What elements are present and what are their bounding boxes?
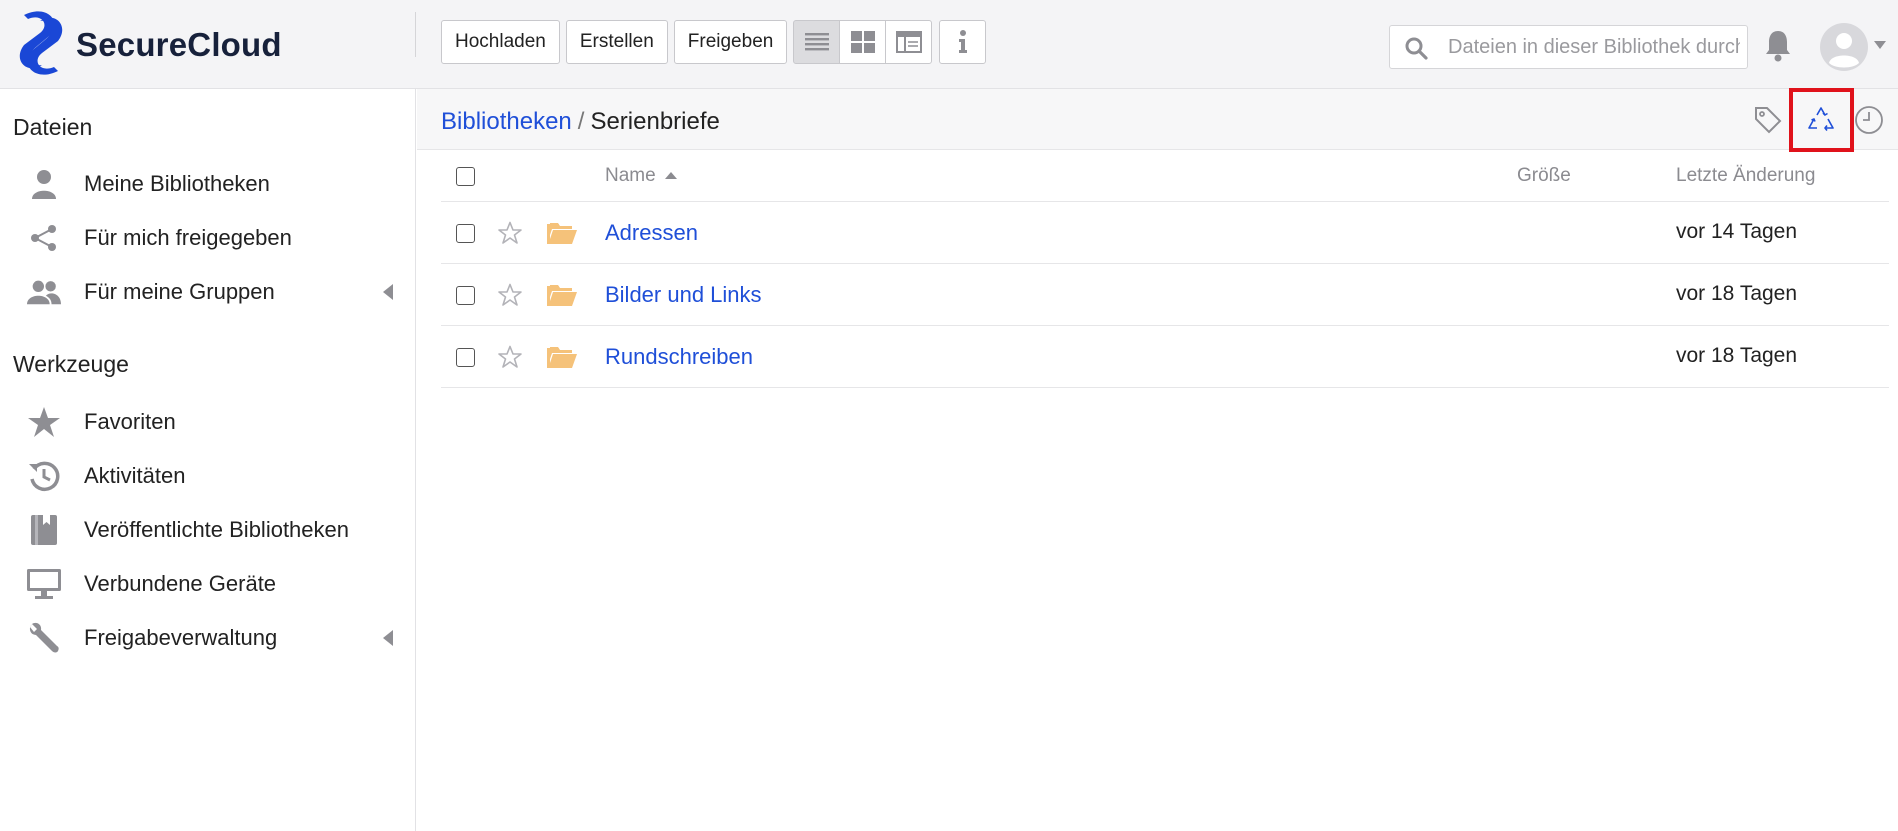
header-divider bbox=[415, 12, 416, 57]
file-name-link[interactable]: Bilder und Links bbox=[605, 282, 762, 308]
breadcrumb-root-link[interactable]: Bibliotheken bbox=[441, 108, 572, 135]
table-row[interactable]: Adressen vor 14 Tagen bbox=[441, 202, 1889, 264]
caret-left-icon[interactable] bbox=[383, 284, 393, 300]
top-header: SecureCloud Hochladen Erstellen Freigebe… bbox=[0, 0, 1898, 89]
logo-icon bbox=[19, 11, 63, 75]
sidebar-item-connected-devices[interactable]: Verbundene Geräte bbox=[0, 559, 415, 609]
tag-button[interactable] bbox=[1752, 104, 1784, 136]
search-box bbox=[1389, 25, 1748, 69]
brand-name-second: Cloud bbox=[187, 26, 282, 63]
recycle-bin-icon bbox=[1808, 107, 1834, 131]
column-header-modified[interactable]: Letzte Änderung bbox=[1676, 165, 1815, 187]
brand-name: SecureCloud bbox=[76, 26, 282, 64]
list-view-button[interactable] bbox=[793, 20, 841, 64]
table-row[interactable]: Rundschreiben vor 18 Tagen bbox=[441, 326, 1889, 388]
sort-ascending-icon bbox=[664, 172, 677, 179]
folder-icon bbox=[547, 223, 577, 244]
file-name-link[interactable]: Adressen bbox=[605, 220, 698, 246]
sidebar-item-label: Verbundene Geräte bbox=[84, 571, 277, 596]
create-button[interactable]: Erstellen bbox=[565, 20, 668, 64]
search-icon[interactable] bbox=[1404, 36, 1428, 60]
column-header-name-label: Name bbox=[605, 165, 656, 186]
notification-bell-icon[interactable] bbox=[1763, 28, 1793, 62]
sidebar-item-my-groups[interactable]: Für meine Gruppen bbox=[0, 267, 415, 317]
file-table: Name Größe Letzte Änderung Adressen vor … bbox=[441, 150, 1889, 388]
wrench-icon bbox=[27, 622, 61, 654]
app-logo[interactable]: SecureCloud bbox=[18, 9, 318, 77]
file-modified: vor 18 Tagen bbox=[1676, 282, 1798, 305]
sidebar-item-label: Favoriten bbox=[84, 409, 176, 434]
sidebar-heading-tools: Werkzeuge bbox=[13, 351, 129, 377]
sidebar-item-label: Veröffentlichte Bibliotheken bbox=[84, 517, 349, 542]
tag-icon bbox=[1755, 107, 1782, 134]
book-icon bbox=[27, 514, 61, 546]
recycle-bin-button[interactable] bbox=[1805, 104, 1837, 136]
grid-view-icon bbox=[850, 31, 875, 53]
row-checkbox[interactable] bbox=[456, 224, 475, 243]
sidebar-item-label: Aktivitäten bbox=[84, 463, 186, 488]
file-modified: vor 18 Tagen bbox=[1676, 344, 1798, 367]
list-view-icon bbox=[804, 33, 829, 51]
sidebar-item-my-libraries[interactable]: Meine Bibliotheken bbox=[0, 159, 415, 209]
table-row[interactable]: Bilder und Links vor 18 Tagen bbox=[441, 264, 1889, 326]
column-view-icon bbox=[895, 31, 922, 53]
history-button[interactable] bbox=[1853, 104, 1885, 136]
select-all-checkbox[interactable] bbox=[456, 167, 475, 186]
breadcrumb-separator: / bbox=[577, 108, 585, 135]
sidebar-item-label: Freigabeverwaltung bbox=[84, 625, 278, 650]
group-icon bbox=[27, 276, 61, 308]
star-outline-icon[interactable] bbox=[498, 283, 522, 307]
user-avatar[interactable] bbox=[1820, 23, 1868, 71]
file-name-link[interactable]: Rundschreiben bbox=[605, 344, 753, 370]
row-checkbox[interactable] bbox=[456, 348, 475, 367]
history-icon bbox=[27, 460, 61, 492]
info-button[interactable] bbox=[939, 20, 987, 64]
table-header: Name Größe Letzte Änderung bbox=[441, 150, 1889, 202]
main-content: Bibliotheken / Serienbriefe Name Größe L… bbox=[417, 88, 1898, 831]
column-header-size[interactable]: Größe bbox=[1517, 165, 1571, 187]
sidebar-item-favorites[interactable]: Favoriten bbox=[0, 397, 415, 447]
sidebar-item-published-libraries[interactable]: Veröffentlichte Bibliotheken bbox=[0, 505, 415, 555]
folder-icon bbox=[547, 285, 577, 306]
folder-icon bbox=[547, 347, 577, 368]
brand-name-first: Secure bbox=[76, 26, 188, 63]
column-view-button[interactable] bbox=[885, 20, 933, 64]
row-checkbox[interactable] bbox=[456, 286, 475, 305]
grid-view-button[interactable] bbox=[839, 20, 887, 64]
file-modified: vor 14 Tagen bbox=[1676, 220, 1798, 243]
sidebar-item-share-admin[interactable]: Freigabeverwaltung bbox=[0, 613, 415, 663]
column-header-name[interactable]: Name bbox=[605, 165, 677, 187]
info-icon bbox=[958, 30, 967, 53]
chevron-down-icon[interactable] bbox=[1874, 41, 1886, 49]
star-outline-icon[interactable] bbox=[498, 345, 522, 369]
breadcrumb-current: Serienbriefe bbox=[590, 108, 720, 135]
path-bar: Bibliotheken / Serienbriefe bbox=[417, 88, 1898, 152]
share-icon bbox=[27, 222, 61, 254]
upload-button[interactable]: Hochladen bbox=[441, 20, 560, 64]
share-button[interactable]: Freigeben bbox=[673, 20, 788, 64]
breadcrumb: Bibliotheken / Serienbriefe bbox=[441, 108, 720, 136]
caret-left-icon[interactable] bbox=[383, 630, 393, 646]
history-clock-icon bbox=[1855, 106, 1883, 134]
sidebar-item-shared-with-me[interactable]: Für mich freigegeben bbox=[0, 213, 415, 263]
sidebar-item-label: Meine Bibliotheken bbox=[84, 171, 270, 196]
search-input[interactable] bbox=[1448, 26, 1740, 68]
sidebar-item-label: Für meine Gruppen bbox=[84, 279, 275, 304]
star-icon bbox=[27, 406, 61, 438]
sidebar-heading-files: Dateien bbox=[13, 114, 93, 140]
star-outline-icon[interactable] bbox=[498, 221, 522, 245]
toolbar: Hochladen Erstellen Freigeben bbox=[441, 20, 987, 64]
sidebar-item-activities[interactable]: Aktivitäten bbox=[0, 451, 415, 501]
avatar-icon bbox=[1821, 24, 1867, 70]
view-mode-switcher bbox=[793, 20, 933, 64]
monitor-icon bbox=[27, 568, 61, 600]
user-icon bbox=[27, 168, 61, 200]
sidebar: Dateien Meine Bibliotheken Für mich frei… bbox=[0, 89, 416, 831]
sidebar-item-label: Für mich freigegeben bbox=[84, 225, 292, 250]
